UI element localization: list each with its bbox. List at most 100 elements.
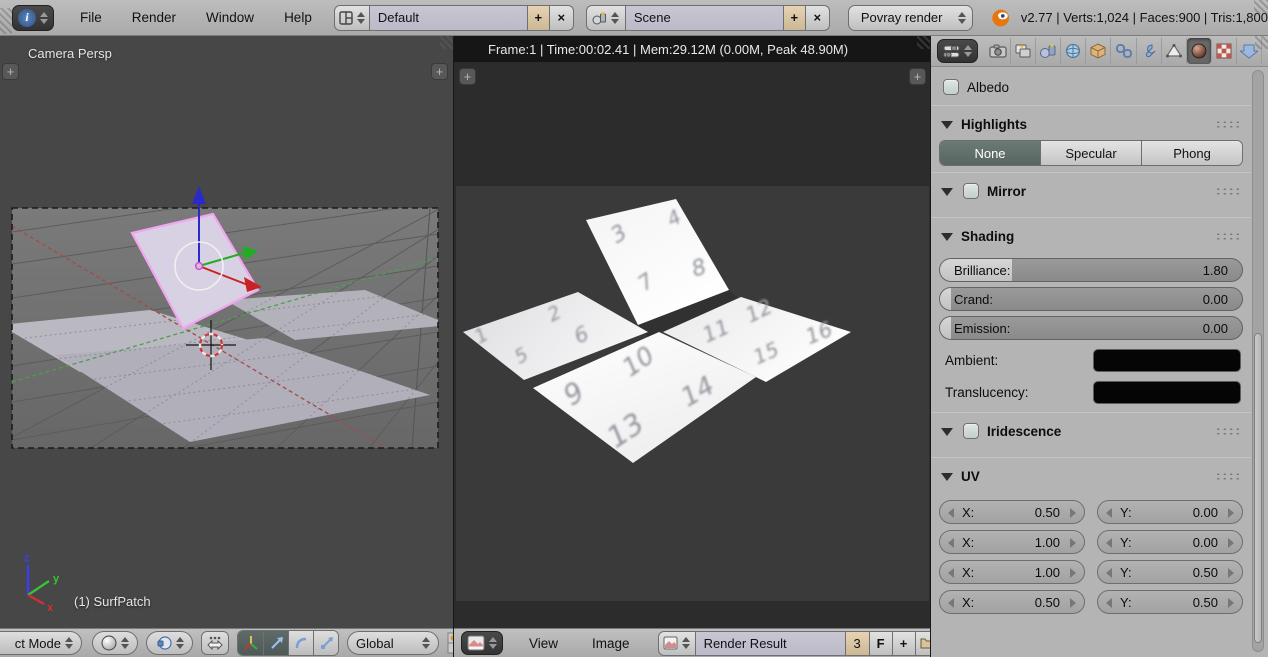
panel-grip-icon[interactable] <box>1215 120 1241 129</box>
new-image-button[interactable]: + <box>893 631 916 656</box>
increment-arrow-icon[interactable] <box>1228 568 1234 578</box>
brilliance-slider[interactable]: Brilliance: 1.80 <box>939 258 1243 282</box>
users-count-button[interactable]: 3 <box>846 631 870 656</box>
uv-y-field-2[interactable]: Y: 0.00 <box>1097 530 1243 554</box>
disclosure-triangle-icon[interactable] <box>941 188 953 196</box>
tab-object[interactable] <box>1086 38 1111 64</box>
increment-arrow-icon[interactable] <box>1070 568 1076 578</box>
highlights-option-none[interactable]: None <box>940 141 1041 165</box>
mode-select[interactable]: ct Mode <box>0 631 82 655</box>
menu-file[interactable]: File <box>76 10 106 25</box>
increment-arrow-icon[interactable] <box>1228 538 1234 548</box>
editor-type-selector-properties[interactable] <box>937 39 978 63</box>
manipulator-scale[interactable] <box>313 631 338 655</box>
decrement-arrow-icon[interactable] <box>948 568 954 578</box>
manipulator-rotate[interactable] <box>288 631 313 655</box>
close-scene-button[interactable]: × <box>806 5 830 31</box>
close-layout-button[interactable]: × <box>550 5 574 31</box>
uv-x-field-2[interactable]: X: 1.00 <box>939 530 1085 554</box>
panel-uv[interactable]: UV <box>931 464 1251 488</box>
uv-y-field-3[interactable]: Y: 0.50 <box>1097 560 1243 584</box>
panel-grip-icon[interactable] <box>1215 472 1241 481</box>
panel-grip-icon[interactable] <box>1215 187 1241 196</box>
tab-modifiers[interactable] <box>1137 38 1162 64</box>
menu-render[interactable]: Render <box>128 10 180 25</box>
panel-mirror[interactable]: Mirror <box>931 179 1251 203</box>
disclosure-triangle-icon[interactable] <box>941 121 953 129</box>
tab-render-layers[interactable] <box>1011 38 1036 64</box>
uv-y-field-4[interactable]: Y: 0.50 <box>1097 590 1243 614</box>
increment-arrow-icon[interactable] <box>1070 538 1076 548</box>
add-scene-button[interactable]: + <box>784 5 806 31</box>
decrement-arrow-icon[interactable] <box>948 538 954 548</box>
scene-icon-button[interactable] <box>586 5 626 31</box>
viewport-3d[interactable]: z y x Camera Persp (1) SurfPatch + + ct … <box>0 36 453 657</box>
screen-layout-icon-button[interactable] <box>334 5 370 31</box>
panel-albedo[interactable]: Albedo <box>931 75 1251 99</box>
emission-slider[interactable]: Emission: 0.00 <box>939 316 1243 340</box>
tab-object-data[interactable] <box>1162 38 1187 64</box>
highlights-option-specular[interactable]: Specular <box>1041 141 1142 165</box>
crand-slider[interactable]: Crand: 0.00 <box>939 287 1243 311</box>
pivot-point-select[interactable] <box>146 631 193 655</box>
transform-orientation-select[interactable]: Global <box>347 631 439 655</box>
expand-tools-region-button[interactable]: + <box>459 68 476 85</box>
menu-view[interactable]: View <box>525 636 562 651</box>
highlights-option-phong[interactable]: Phong <box>1142 141 1242 165</box>
viewport-shading-select[interactable] <box>92 631 138 655</box>
area-resize-grip[interactable] <box>440 36 453 49</box>
decrement-arrow-icon[interactable] <box>1106 598 1112 608</box>
properties-scrollbar[interactable] <box>1252 70 1264 652</box>
snap-toggle[interactable] <box>201 631 229 655</box>
scene-field[interactable]: Scene <box>626 5 784 31</box>
tab-material[interactable] <box>1187 38 1212 64</box>
expand-image-properties-button[interactable]: + <box>909 68 926 85</box>
render-engine-select[interactable]: Povray render <box>848 5 973 31</box>
tab-render[interactable] <box>986 38 1011 64</box>
tab-world[interactable] <box>1061 38 1086 64</box>
panel-grip-icon[interactable] <box>1215 427 1241 436</box>
area-resize-grip[interactable] <box>1255 36 1268 49</box>
viewport-canvas[interactable]: z y x <box>0 36 453 628</box>
image-datablock-icon-button[interactable] <box>658 631 696 656</box>
render-result-canvas[interactable]: 3 4 7 8 1 2 5 6 9 10 13 14 11 12 15 16 <box>454 62 930 628</box>
expand-toolshelf-button[interactable]: + <box>2 63 19 80</box>
expand-properties-region-button[interactable]: + <box>431 63 448 80</box>
decrement-arrow-icon[interactable] <box>1106 568 1112 578</box>
albedo-checkbox[interactable] <box>943 79 959 95</box>
area-resize-grip[interactable] <box>1254 0 1268 14</box>
translucency-color-swatch[interactable] <box>1093 381 1241 404</box>
menu-window[interactable]: Window <box>202 10 258 25</box>
panel-highlights[interactable]: Highlights <box>931 112 1251 136</box>
menu-image[interactable]: Image <box>588 636 634 651</box>
uv-x-field-1[interactable]: X: 0.50 <box>939 500 1085 524</box>
tab-constraints[interactable] <box>1111 38 1136 64</box>
tab-scene[interactable] <box>1036 38 1061 64</box>
area-resize-grip[interactable] <box>917 36 930 49</box>
tab-texture[interactable] <box>1212 38 1237 64</box>
area-resize-grip[interactable] <box>0 8 12 34</box>
menu-help[interactable]: Help <box>280 10 316 25</box>
mirror-checkbox[interactable] <box>963 183 979 199</box>
manipulator-translate[interactable] <box>263 631 288 655</box>
panel-grip-icon[interactable] <box>1215 232 1241 241</box>
open-image-button[interactable] <box>916 631 930 656</box>
panel-iridescence[interactable]: Iridescence <box>931 419 1251 443</box>
iridescence-checkbox[interactable] <box>963 423 979 439</box>
disclosure-triangle-icon[interactable] <box>941 473 953 481</box>
panel-shading[interactable]: Shading <box>931 224 1251 248</box>
decrement-arrow-icon[interactable] <box>948 598 954 608</box>
editor-type-selector-image[interactable] <box>461 631 503 655</box>
ambient-color-swatch[interactable] <box>1093 349 1241 372</box>
uv-x-field-3[interactable]: X: 1.00 <box>939 560 1085 584</box>
increment-arrow-icon[interactable] <box>1228 598 1234 608</box>
screen-layout-field[interactable]: Default <box>370 5 528 31</box>
increment-arrow-icon[interactable] <box>1070 598 1076 608</box>
uv-y-field-1[interactable]: Y: 0.00 <box>1097 500 1243 524</box>
uv-x-field-4[interactable]: X: 0.50 <box>939 590 1085 614</box>
disclosure-triangle-icon[interactable] <box>941 233 953 241</box>
fake-user-button[interactable]: F <box>870 631 893 656</box>
editor-type-selector-info[interactable]: i <box>12 5 54 31</box>
decrement-arrow-icon[interactable] <box>1106 508 1112 518</box>
disclosure-triangle-icon[interactable] <box>941 428 953 436</box>
